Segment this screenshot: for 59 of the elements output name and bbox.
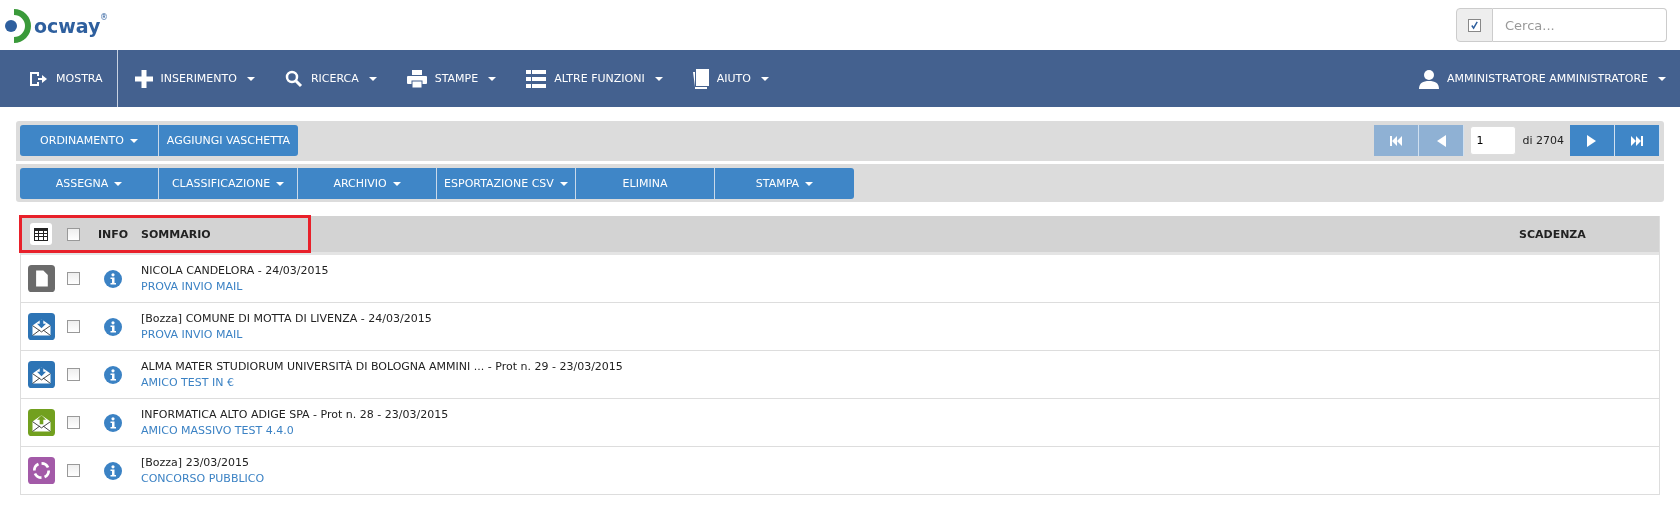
document-subject-link[interactable]: PROVA INVIO MAIL	[141, 328, 1659, 341]
docway-logo: ocway®	[2, 7, 132, 45]
triangle-right-icon	[1587, 134, 1597, 147]
row-checkbox[interactable]	[66, 416, 80, 429]
document-subject-link[interactable]: AMICO MASSIVO TEST 4.4.0	[141, 424, 1659, 437]
nav-menu-item[interactable]: STAMPE	[391, 50, 512, 107]
printer-icon	[406, 69, 427, 88]
nav-menu-item[interactable]: INSERIMENTO	[119, 50, 270, 107]
row-checkbox[interactable]	[66, 272, 80, 285]
info-icon[interactable]	[104, 317, 122, 336]
toolbar-button[interactable]: STAMPA	[715, 168, 854, 199]
document-title: ALMA MATER STUDIORUM UNIVERSITÀ DI BOLOGNA AMMINI ... - Prot n. 29 - 23/03/2015	[141, 360, 624, 373]
toolbar-button[interactable]: ESPORTAZIONE CSV	[437, 168, 576, 199]
toolbar-button[interactable]: ORDINAMENTO	[20, 125, 159, 156]
user-menu[interactable]: AMMINISTRATORE AMMINISTRATORE	[1403, 50, 1680, 107]
last-page-button[interactable]	[1615, 125, 1660, 156]
info-icon[interactable]	[104, 461, 122, 480]
exit-icon	[28, 69, 48, 88]
table-view-button[interactable]	[30, 223, 52, 245]
page-field[interactable]: 1	[1470, 126, 1517, 155]
document-subject-link[interactable]: PROVA INVIO MAIL	[141, 280, 1659, 293]
row-checkbox[interactable]	[66, 320, 80, 333]
column-header: SCADENZA	[1519, 227, 1587, 241]
nav-menu-item[interactable]: AIUTO	[677, 50, 784, 107]
nav-menu-item[interactable]: RICERCA	[269, 50, 392, 107]
document-title: [Bozza] 23/03/2015	[141, 456, 251, 469]
skip-back-icon	[1390, 135, 1403, 146]
page-total: di 2704	[1522, 134, 1564, 147]
nav-menu-item[interactable]: ALTRE FUNZIONI	[511, 50, 678, 107]
document-title: NICOLA CANDELORA - 24/03/2015	[141, 264, 330, 277]
book-icon	[692, 68, 709, 89]
table-icon	[34, 227, 48, 241]
select-all-checkbox[interactable]	[66, 227, 80, 241]
skip-forward-icon	[1631, 135, 1643, 146]
triangle-left-icon	[1436, 134, 1447, 147]
row-checkbox[interactable]	[66, 464, 80, 477]
document-subject-link[interactable]: AMICO TEST IN €	[141, 376, 1659, 389]
user-icon	[1418, 68, 1439, 89]
toolbar-button[interactable]: ARCHIVIO	[298, 168, 437, 199]
nav-menu-item[interactable]: MOSTRA	[0, 50, 118, 107]
toolbar-button[interactable]: CLASSIFICAZIONE	[159, 168, 298, 199]
search-field[interactable]: Cerca...	[1493, 8, 1667, 42]
next-page-button[interactable]	[1570, 125, 1615, 156]
document-title: INFORMATICA ALTO ADIGE SPA - Prot n. 28 - 23/03/2015	[141, 408, 450, 421]
toolbar-button[interactable]: ELIMINA	[576, 168, 715, 199]
info-icon[interactable]	[104, 365, 122, 384]
document-subject-link[interactable]: CONCORSO PUBBLICO	[141, 472, 1659, 485]
row-checkbox[interactable]	[66, 368, 80, 381]
list-icon	[526, 69, 547, 88]
toolbar-button[interactable]: AGGIUNGI VASCHETTA	[159, 125, 298, 156]
document-title: [Bozza] COMUNE DI MOTTA DI LIVENZA - 24/03/2015	[141, 312, 433, 325]
toolbar-button[interactable]: ASSEGNA	[20, 168, 159, 199]
info-icon[interactable]	[104, 269, 122, 288]
column-header: INFO	[96, 227, 130, 241]
column-header: SOMMARIO	[141, 227, 212, 241]
search-checkbox[interactable]	[1468, 18, 1481, 32]
plus-icon	[134, 69, 153, 88]
info-icon[interactable]	[104, 413, 122, 432]
search-icon	[284, 69, 303, 88]
